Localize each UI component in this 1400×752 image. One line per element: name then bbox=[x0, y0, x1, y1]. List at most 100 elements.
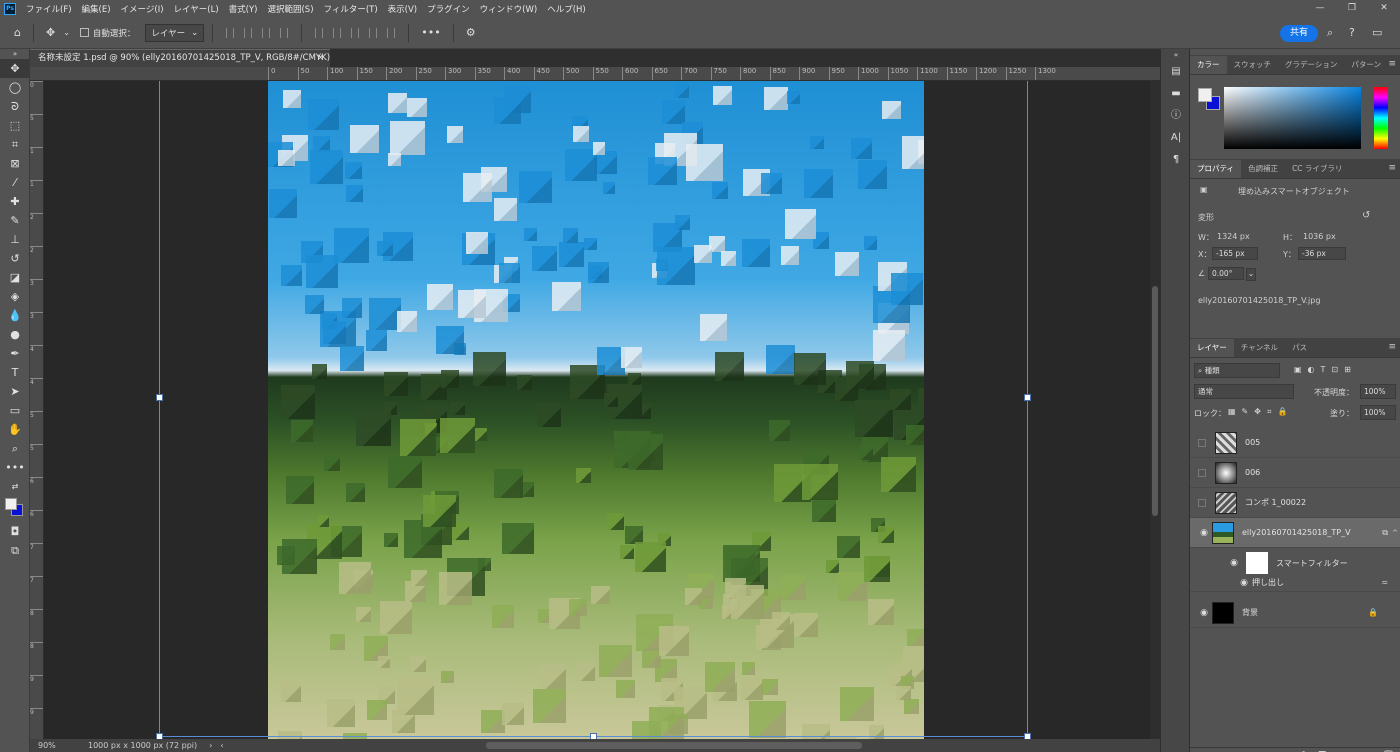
x-position-input[interactable]: -165 px bbox=[1212, 247, 1258, 260]
quick-mask-icon[interactable]: ◘ bbox=[0, 522, 30, 541]
distribute-middle-icon[interactable] bbox=[333, 27, 342, 38]
distribute-right-icon[interactable] bbox=[387, 27, 396, 38]
close-tab-icon[interactable]: × bbox=[317, 50, 324, 66]
brush-tool-icon[interactable]: ✎ bbox=[0, 211, 30, 230]
auto-select-checkbox[interactable] bbox=[79, 28, 89, 37]
layer-row-selected[interactable]: ◉ elly20160701425018_TP_V ⧉ ^ bbox=[1190, 518, 1400, 548]
healing-brush-tool-icon[interactable]: ✚ bbox=[0, 192, 30, 211]
tab-paths[interactable]: パス bbox=[1285, 339, 1314, 357]
tab-swatches[interactable]: スウォッチ bbox=[1227, 56, 1279, 74]
menu-filter[interactable]: フィルター(T) bbox=[319, 3, 383, 15]
minimize-button[interactable]: — bbox=[1304, 0, 1336, 17]
move-tool-icon[interactable]: ✥ bbox=[0, 59, 30, 78]
tab-cc-libraries[interactable]: CC ライブラリ bbox=[1285, 160, 1349, 178]
distribute-left-icon[interactable] bbox=[369, 27, 378, 38]
dodge-tool-icon[interactable]: ● bbox=[0, 325, 30, 344]
status-menu-icon[interactable]: › bbox=[209, 741, 212, 750]
eye-icon[interactable]: ◉ bbox=[1196, 528, 1212, 538]
blur-tool-icon[interactable]: 💧 bbox=[0, 306, 30, 325]
height-value[interactable]: 1036 px bbox=[1303, 232, 1336, 241]
path-select-tool-icon[interactable]: ➤ bbox=[0, 382, 30, 401]
fill-input[interactable]: 100% bbox=[1360, 405, 1396, 420]
history-brush-tool-icon[interactable]: ↺ bbox=[0, 249, 30, 268]
home-icon[interactable]: ⌂ bbox=[14, 26, 21, 39]
panel-menu-icon[interactable]: ≡ bbox=[1388, 342, 1396, 352]
layer-filter-icons[interactable]: ▣◐T⊡⊞ bbox=[1294, 365, 1357, 374]
move-tool-icon[interactable]: ✥ bbox=[46, 26, 55, 39]
character-icon[interactable]: A| bbox=[1161, 127, 1191, 149]
workspace-icon[interactable]: ▭ bbox=[1372, 26, 1382, 39]
blend-mode-dropdown[interactable]: 通常 bbox=[1194, 384, 1294, 399]
document-tab[interactable]: 名称未設定 1.psd @ 90% (elly20160701425018_TP… bbox=[30, 49, 337, 67]
transform-bounding-box[interactable] bbox=[156, 81, 1031, 739]
expand-icon[interactable]: « bbox=[1161, 49, 1191, 61]
angle-input[interactable]: 0.00° bbox=[1208, 267, 1244, 280]
distribute-top-icon[interactable] bbox=[315, 27, 324, 38]
filter-row[interactable]: ◉ 押し出し ≂ bbox=[1190, 574, 1400, 592]
visibility-toggle[interactable] bbox=[1198, 498, 1206, 507]
tab-patterns[interactable]: パターン bbox=[1344, 56, 1388, 74]
angle-dropdown[interactable]: ⌄ bbox=[1246, 268, 1256, 281]
filter-options-icon[interactable]: ≂ bbox=[1381, 578, 1388, 587]
foreground-color-swatch[interactable] bbox=[1198, 88, 1212, 102]
crop-tool-icon[interactable]: ⌗ bbox=[0, 135, 30, 154]
menu-file[interactable]: ファイル(F) bbox=[21, 3, 77, 15]
tab-gradients[interactable]: グラデーション bbox=[1278, 56, 1344, 74]
maximize-button[interactable]: ❐ bbox=[1336, 0, 1368, 17]
zoom-tool-icon[interactable]: ⌕ bbox=[0, 439, 30, 458]
tab-channels[interactable]: チャンネル bbox=[1234, 339, 1285, 357]
color-picker-field[interactable] bbox=[1224, 87, 1361, 149]
align-center-h-icon[interactable] bbox=[244, 27, 253, 38]
menu-image[interactable]: イメージ(I) bbox=[116, 3, 169, 15]
width-value[interactable]: 1324 px bbox=[1217, 232, 1250, 241]
color-swatches[interactable] bbox=[0, 496, 29, 522]
screen-mode-icon[interactable]: ⧉ bbox=[0, 541, 30, 560]
rectangle-tool-icon[interactable]: ▭ bbox=[0, 401, 30, 420]
collapse-effects-icon[interactable]: ^ bbox=[1392, 529, 1398, 537]
type-tool-icon[interactable]: T bbox=[0, 363, 30, 382]
eye-icon[interactable]: ◉ bbox=[1226, 558, 1242, 568]
tab-properties[interactable]: プロパティ bbox=[1190, 160, 1242, 178]
tab-color[interactable]: カラー bbox=[1190, 56, 1227, 74]
hue-slider[interactable] bbox=[1374, 87, 1388, 149]
pen-tool-icon[interactable]: ✒ bbox=[0, 344, 30, 363]
close-button[interactable]: ✕ bbox=[1368, 0, 1400, 17]
hand-tool-icon[interactable]: ✋ bbox=[0, 420, 30, 439]
swap-colors-icon[interactable]: ⇄ bbox=[0, 477, 30, 496]
menu-help[interactable]: ヘルプ(H) bbox=[542, 3, 591, 15]
layer-row[interactable]: コンポ 1_00022 bbox=[1190, 488, 1400, 518]
paragraph-icon[interactable]: ¶ bbox=[1161, 149, 1191, 171]
collapse-icon[interactable]: » bbox=[0, 49, 30, 59]
menu-edit[interactable]: 編集(E) bbox=[77, 3, 116, 15]
align-top-icon[interactable] bbox=[280, 27, 289, 38]
eye-icon[interactable]: ◉ bbox=[1236, 578, 1252, 588]
transform-handle-right[interactable] bbox=[1024, 394, 1031, 401]
vertical-scrollbar[interactable] bbox=[1150, 81, 1160, 739]
reset-transform-icon[interactable]: ↺ bbox=[1362, 210, 1370, 221]
help-icon[interactable]: ? bbox=[1349, 26, 1355, 39]
scroll-left-icon[interactable]: ‹ bbox=[220, 741, 223, 750]
panel-menu-icon[interactable]: ≡ bbox=[1388, 163, 1396, 173]
scrollbar-thumb[interactable] bbox=[1152, 286, 1158, 516]
align-left-icon[interactable] bbox=[226, 27, 235, 38]
marquee-tool-icon[interactable]: ◯ bbox=[0, 78, 30, 97]
menu-type[interactable]: 書式(Y) bbox=[224, 3, 263, 15]
tab-adjustments[interactable]: 色調補正 bbox=[1241, 160, 1285, 178]
transform-handle-left[interactable] bbox=[156, 394, 163, 401]
document-info[interactable]: 1000 px x 1000 px (72 ppi) bbox=[88, 741, 197, 750]
menu-window[interactable]: ウィンドウ(W) bbox=[475, 3, 543, 15]
visibility-toggle[interactable] bbox=[1198, 438, 1206, 447]
info-icon[interactable]: ⓘ bbox=[1161, 105, 1191, 127]
menu-plugins[interactable]: プラグイン bbox=[422, 3, 475, 15]
history-icon[interactable]: ▤ bbox=[1161, 61, 1191, 83]
paint-bucket-tool-icon[interactable]: ◈ bbox=[0, 287, 30, 306]
object-select-tool-icon[interactable]: ⬚ bbox=[0, 116, 30, 135]
menu-view[interactable]: 表示(V) bbox=[383, 3, 422, 15]
panel-menu-icon[interactable]: ≡ bbox=[1388, 59, 1396, 69]
layer-row[interactable]: 006 bbox=[1190, 458, 1400, 488]
tab-layers[interactable]: レイヤー bbox=[1190, 339, 1234, 357]
lasso-tool-icon[interactable]: ᘐ bbox=[0, 97, 30, 116]
align-right-icon[interactable] bbox=[262, 27, 271, 38]
layer-row[interactable]: ◉ 背景 🔒 bbox=[1190, 598, 1400, 628]
eyedropper-tool-icon[interactable]: ⁄ bbox=[0, 173, 30, 192]
